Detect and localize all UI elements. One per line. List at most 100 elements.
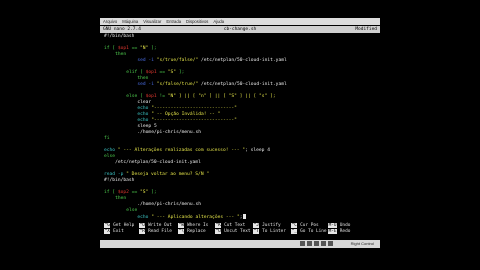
code-token: then [137, 76, 149, 81]
shortcut-item[interactable]: M-E Redo [328, 229, 350, 235]
menu-arquivo[interactable]: Arquivo [103, 18, 117, 25]
shortcut-label: Get Help [113, 223, 135, 228]
code-token: sed -i [137, 82, 157, 87]
code-token: /etc/netplan/50-cloud-init.yaml [115, 160, 201, 165]
code-line[interactable]: /etc/netplan/50-cloud-init.yaml [115, 160, 201, 166]
shortcut-key: ^G [104, 223, 111, 228]
code-token: then [115, 52, 127, 57]
shortcut-label: Go To Line [300, 229, 327, 234]
code-line[interactable]: echo " --- Alterações realizadas com suc… [104, 148, 270, 154]
menubar: Arquivo Máquina Visualizar Entrada Dispo… [100, 18, 380, 25]
virtualbox-window: Arquivo Máquina Visualizar Entrada Dispo… [100, 18, 380, 248]
code-token: elif [ [126, 70, 146, 75]
shortcut-label: Cut Text [224, 223, 246, 228]
text-editor[interactable]: #!/bin/bash if [ $op1 == "N" ]; then sed -… [100, 34, 380, 231]
shortcut-label: Where Is [187, 223, 209, 228]
shortcut-label: Read File [148, 229, 172, 234]
shortcut-key: ^_ [291, 229, 298, 234]
code-token: == [128, 46, 140, 51]
code-token: ; sleep 4 [245, 148, 270, 153]
menu-ajuda[interactable]: Ajuda [213, 18, 224, 25]
code-line[interactable]: ./home/pi-chris/menu.sh [137, 130, 201, 136]
code-token: /etc/netplan/50-cloud-init.yaml [198, 82, 287, 87]
code-token: clear [137, 100, 152, 105]
menu-entrada[interactable]: Entrada [166, 18, 181, 25]
usb-icon[interactable] [321, 241, 326, 246]
code-token: fi [104, 136, 110, 141]
code-token: if [ [104, 190, 118, 195]
code-token: ]; [176, 70, 185, 75]
code-line[interactable]: sed -i "s/true/false/" /etc/netplan/50-c… [137, 58, 286, 64]
code-token: $op1 [117, 46, 129, 51]
code-token: sleep 5 [137, 124, 157, 129]
shortcut-label: Write Out [148, 223, 172, 228]
modified-status: Modified [355, 27, 377, 32]
code-line[interactable]: else [126, 208, 137, 214]
code-token: then [115, 196, 127, 201]
shortcut-label: Uncut Text [224, 229, 251, 234]
shortcut-item[interactable]: ^X Exit [104, 229, 124, 235]
shortcut-key: ^K [215, 223, 222, 228]
nano-titlebar: GNU nano 2.7.4 cb-change.sh Modified [100, 26, 380, 33]
shortcut-label: Replace [187, 229, 206, 234]
optical-drive-icon[interactable] [307, 241, 312, 246]
code-token: ]; [148, 190, 160, 195]
shortcut-key: ^O [139, 223, 146, 228]
code-line[interactable]: fi [104, 136, 110, 142]
code-token: read -p [104, 172, 127, 177]
code-line[interactable]: else [104, 154, 115, 160]
shortcut-key: ^R [139, 229, 146, 234]
code-token: " --- Aplicando alterações --- " [151, 215, 240, 220]
shortcut-label: Undo [339, 223, 351, 228]
code-token: echo [137, 118, 152, 123]
display-icon[interactable] [328, 241, 333, 246]
code-line[interactable]: #!/bin/bash [104, 34, 134, 40]
shortcut-key: ^U [215, 229, 222, 234]
shortcut-label: Exit [113, 229, 124, 234]
menu-dispositivos[interactable]: Dispositivos [186, 18, 208, 25]
code-token: else [ [126, 94, 146, 99]
code-token: echo [137, 106, 152, 111]
code-token: "s/false/true/" [156, 82, 199, 87]
code-line[interactable]: echo " --- Aplicando alterações --- "; [137, 214, 246, 220]
shortcut-key: ^\ [178, 229, 185, 234]
code-line[interactable]: ./home/pi-chris/menu.sh [137, 202, 201, 208]
shortcut-item[interactable]: ^U Uncut Text [215, 229, 251, 235]
code-token: != [156, 94, 168, 99]
code-line[interactable]: then [115, 196, 126, 202]
host-key-label: Right Control [350, 241, 374, 246]
code-token: == [156, 70, 168, 75]
menu-maquina[interactable]: Máquina [122, 18, 138, 25]
code-line[interactable]: then [115, 52, 126, 58]
code-token: echo [137, 112, 152, 117]
code-line[interactable]: elif [ $op1 == "S" ]; [126, 70, 184, 76]
shortcut-key: ^T [253, 229, 260, 234]
code-token: else [126, 208, 138, 213]
code-token: ./home/pi-chris/menu.sh [137, 202, 201, 207]
code-token: #!/bin/bash [104, 178, 135, 183]
hdd-icon[interactable] [300, 241, 305, 246]
code-token: "N" ] || [ "n" ] || [ "S" ] || [ "s" ]; [167, 94, 276, 99]
shortcut-label: Redo [339, 229, 351, 234]
code-line[interactable]: sed -i "s/false/true/" /etc/netplan/50-c… [137, 82, 286, 88]
code-line[interactable]: #!/bin/bash [104, 178, 134, 184]
shortcut-item[interactable]: ^\ Replace [178, 229, 206, 235]
code-line[interactable]: if [ $op2 == "S" ]; [104, 190, 159, 196]
code-token: " Deseja voltar ao menu? S/N " [126, 172, 210, 177]
code-token: "S" [167, 70, 177, 75]
status-bar: Right Control [100, 240, 380, 248]
shortcut-key: M-U [328, 223, 338, 228]
code-token: $op2 [117, 190, 129, 195]
shortcut-item[interactable]: ^R Read File [139, 229, 172, 235]
shortcut-item[interactable]: ^_ Go To Line [291, 229, 327, 235]
code-token: ./home/pi-chris/menu.sh [137, 130, 201, 135]
shortcut-label: To Linter [262, 229, 286, 234]
code-token: $op1 [145, 94, 157, 99]
network-icon[interactable] [314, 241, 319, 246]
code-token: "-----------------------------" [151, 118, 237, 123]
code-line[interactable]: if [ $op1 == "N" ]; [104, 46, 159, 52]
code-token: " --- Alterações realizadas com sucesso!… [117, 148, 246, 153]
code-token: ]; [148, 46, 160, 51]
menu-visualizar[interactable]: Visualizar [143, 18, 161, 25]
shortcut-item[interactable]: ^T To Linter [253, 229, 286, 235]
